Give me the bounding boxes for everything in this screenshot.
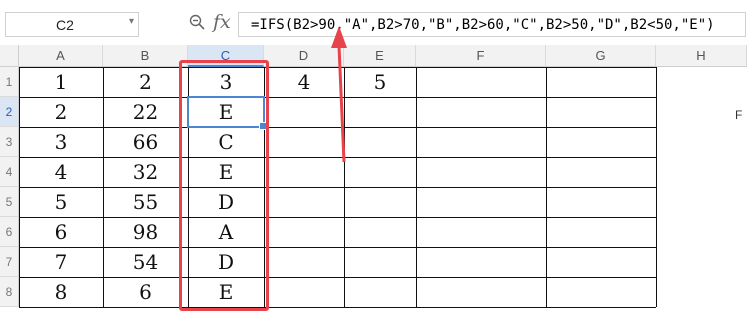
annotation-arrow [331,26,347,163]
